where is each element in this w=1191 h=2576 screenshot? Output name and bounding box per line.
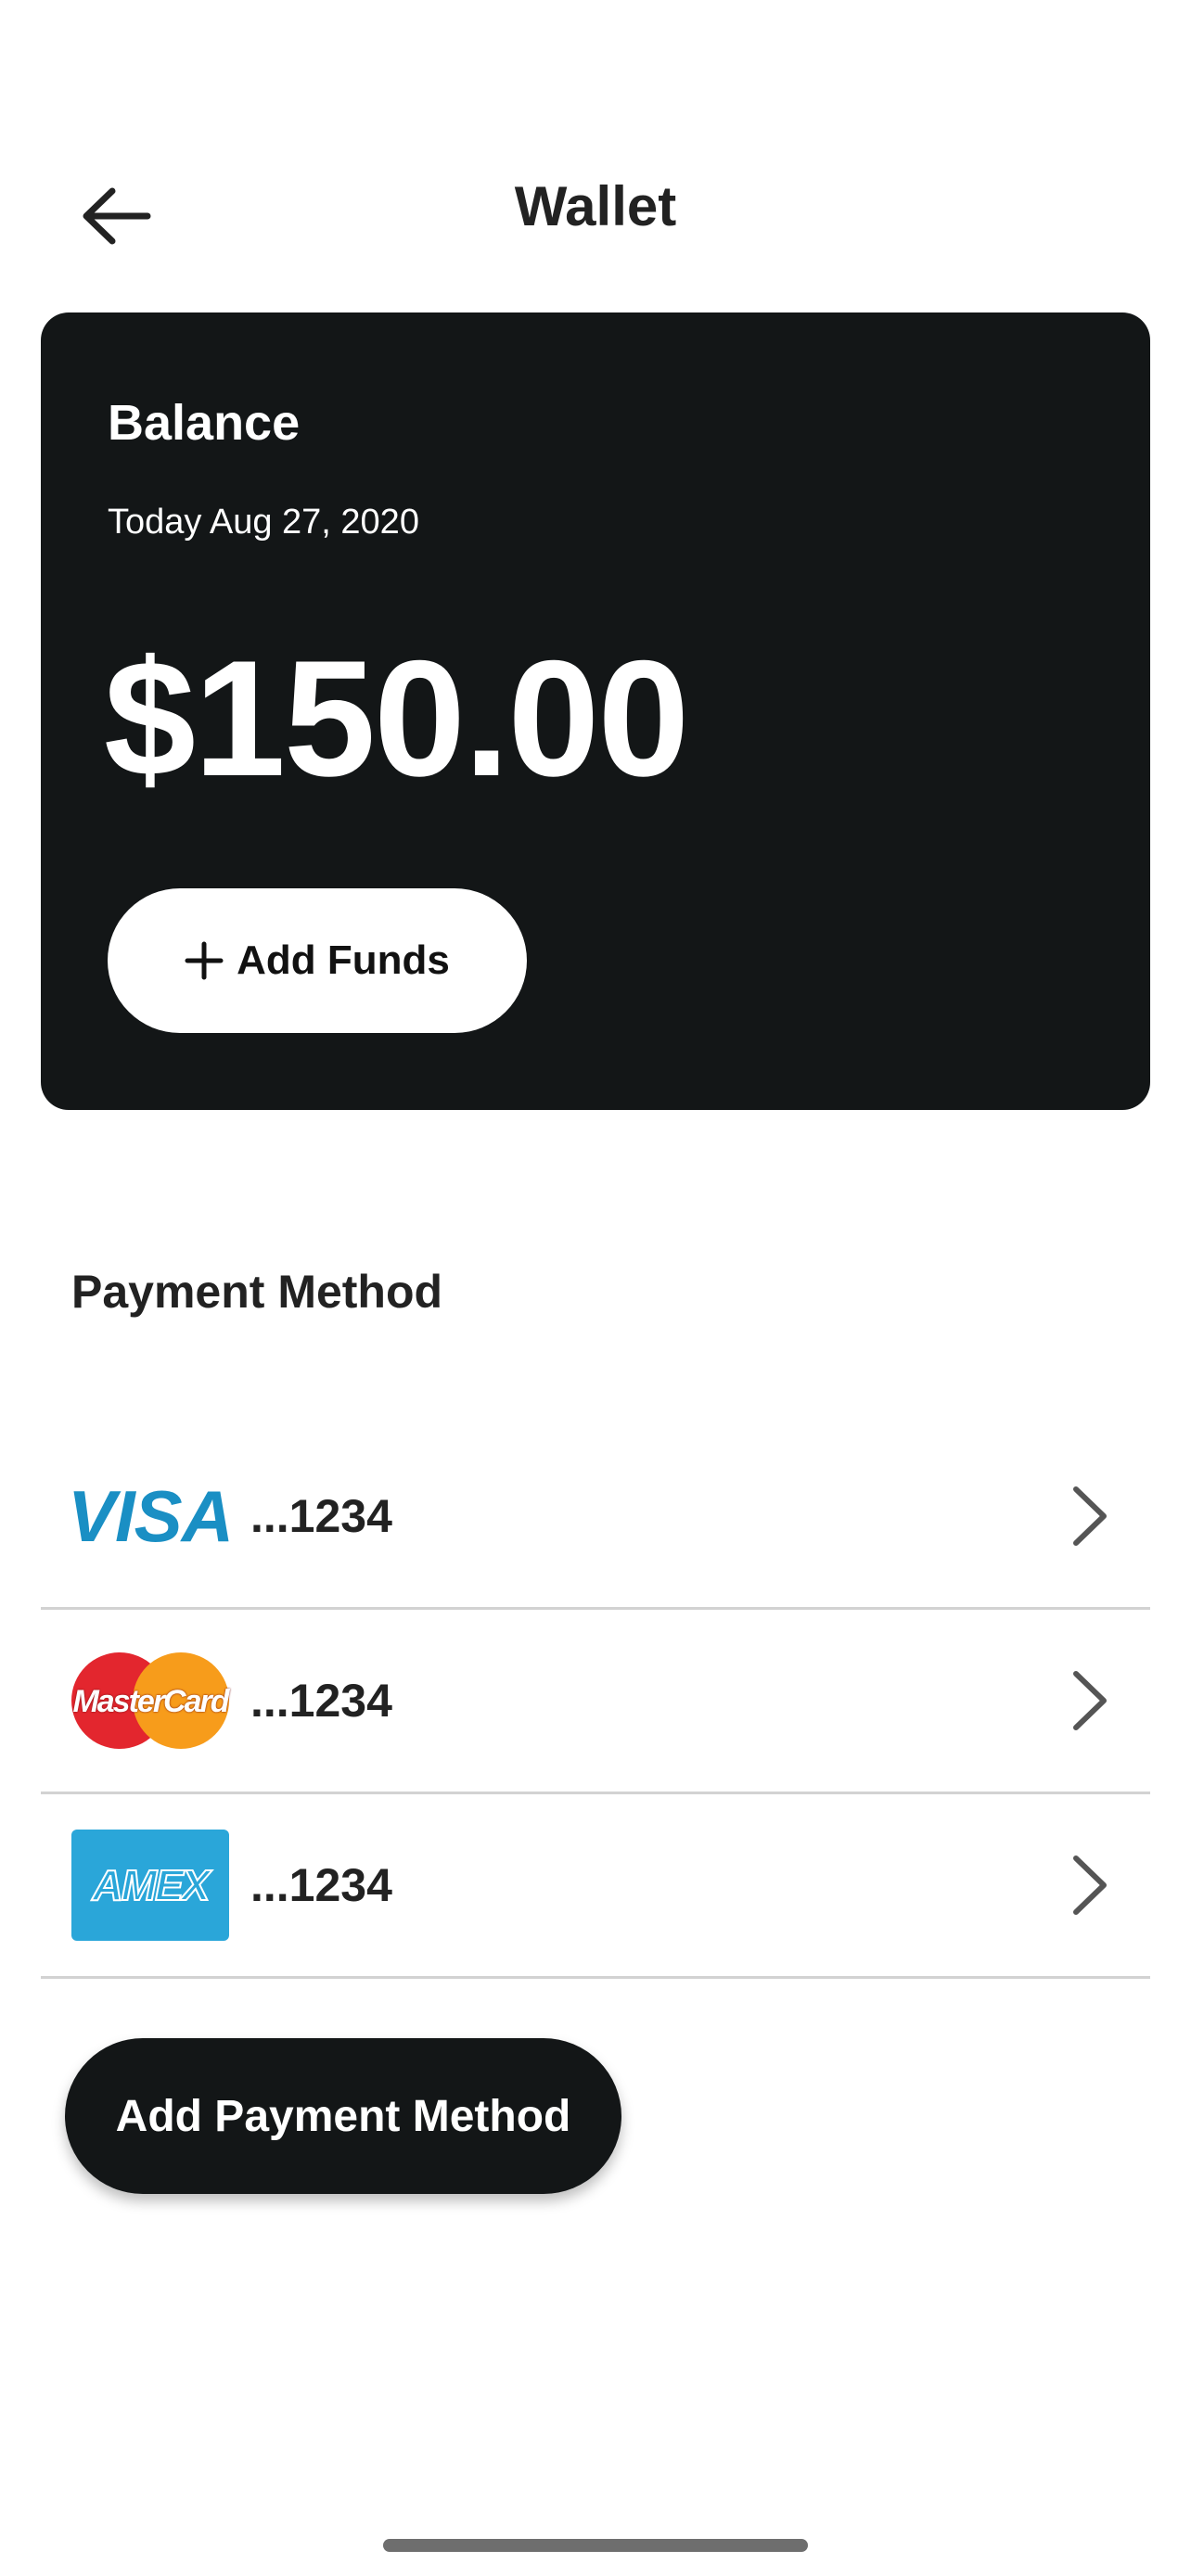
page-title: Wallet xyxy=(514,175,677,237)
add-payment-method-button[interactable]: Add Payment Method xyxy=(65,2038,621,2194)
visa-logo-icon: VISA xyxy=(67,1474,234,1557)
chevron-right-icon xyxy=(1073,1671,1107,1730)
balance-card: Balance Today Aug 27, 2020 $150.00 Add F… xyxy=(41,312,1150,1110)
card-number: ...1234 xyxy=(250,1859,392,1911)
add-funds-label: Add Funds xyxy=(237,937,450,983)
chevron-right-icon xyxy=(1073,1855,1107,1915)
card-number: ...1234 xyxy=(250,1675,392,1727)
add-funds-button[interactable]: Add Funds xyxy=(108,888,527,1033)
chevron-right-icon xyxy=(1073,1486,1107,1546)
payment-method-list: VISA ...1234 MasterCard ...1234 AMEX ...… xyxy=(41,1425,1150,1979)
payment-method-item-amex[interactable]: AMEX ...1234 xyxy=(41,1794,1150,1979)
payment-method-item-mastercard[interactable]: MasterCard ...1234 xyxy=(41,1610,1150,1794)
balance-date: Today Aug 27, 2020 xyxy=(108,503,419,542)
balance-label: Balance xyxy=(108,395,301,451)
home-indicator[interactable] xyxy=(383,2539,808,2552)
payment-method-item-visa[interactable]: VISA ...1234 xyxy=(41,1425,1150,1610)
mastercard-logo-icon: MasterCard xyxy=(71,1645,230,1756)
amex-logo-icon: AMEX xyxy=(71,1830,229,1941)
card-number: ...1234 xyxy=(250,1490,392,1542)
plus-icon xyxy=(185,941,224,980)
payment-method-title: Payment Method xyxy=(71,1266,443,1318)
header: Wallet xyxy=(0,148,1191,269)
balance-amount: $150.00 xyxy=(104,626,689,810)
